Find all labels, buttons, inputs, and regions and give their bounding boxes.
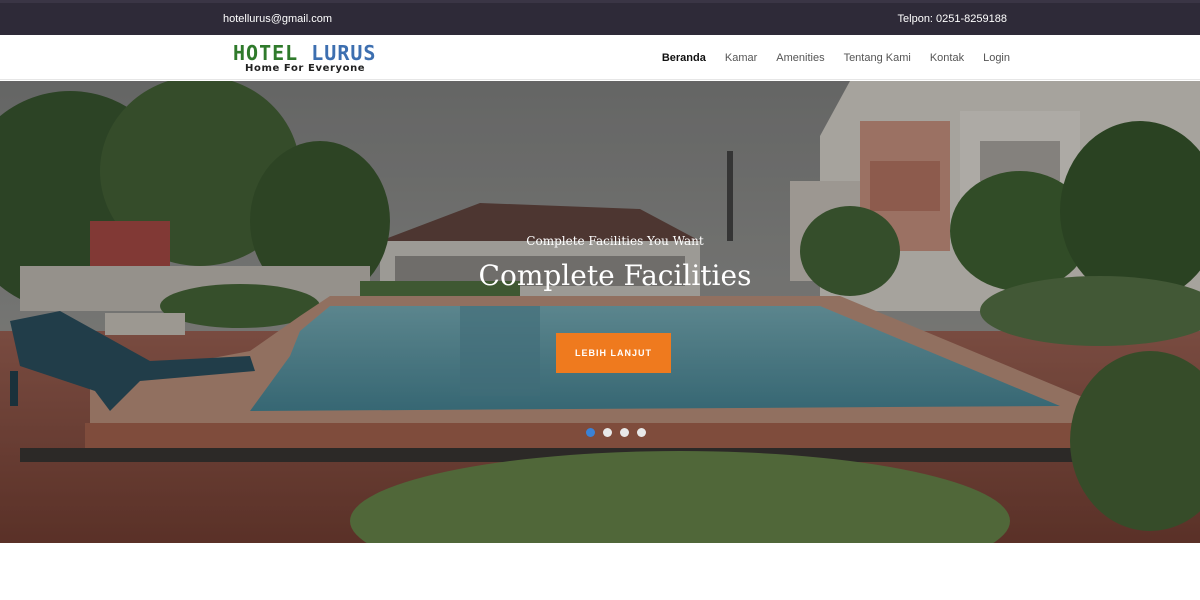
nav-item-amenities[interactable]: Amenities (776, 52, 824, 64)
slide-indicator-1[interactable] (586, 428, 595, 437)
nav-item-login[interactable]: Login (983, 52, 1010, 64)
nav-item-tentang-kami[interactable]: Tentang Kami (844, 52, 911, 64)
hero-subtitle: Complete Facilities You Want (526, 234, 704, 248)
hero-title: Complete Facilities (478, 259, 752, 292)
lebih-lanjut-button[interactable]: LEBIH LANJUT (556, 333, 671, 373)
logo-tagline: Home For Everyone (245, 63, 366, 74)
top-info-bar: hotellurus@gmail.com Telpon: 0251-825918… (0, 0, 1200, 35)
hero-dark-overlay (0, 81, 1200, 543)
logo-wordmark: HOTEL LURUS (233, 43, 376, 63)
nav-item-kontak[interactable]: Kontak (930, 52, 964, 64)
slide-indicator-4[interactable] (637, 428, 646, 437)
nav-menu: Beranda Kamar Amenities Tentang Kami Kon… (662, 35, 1010, 80)
contact-phone: Telpon: 0251-8259188 (897, 13, 1007, 25)
logo-word-hotel: HOTEL (233, 41, 299, 65)
hero-slider: Complete Facilities You Want Complete Fa… (0, 81, 1200, 543)
main-navbar: HOTEL LURUS Home For Everyone Beranda Ka… (0, 35, 1200, 80)
slide-indicator-3[interactable] (620, 428, 629, 437)
logo-word-lurus: LURUS (311, 41, 377, 65)
contact-email[interactable]: hotellurus@gmail.com (223, 13, 332, 25)
slider-indicators (586, 428, 646, 437)
hotel-logo[interactable]: HOTEL LURUS Home For Everyone (233, 43, 393, 75)
slide-indicator-2[interactable] (603, 428, 612, 437)
nav-item-beranda[interactable]: Beranda (662, 52, 706, 64)
nav-item-kamar[interactable]: Kamar (725, 52, 757, 64)
